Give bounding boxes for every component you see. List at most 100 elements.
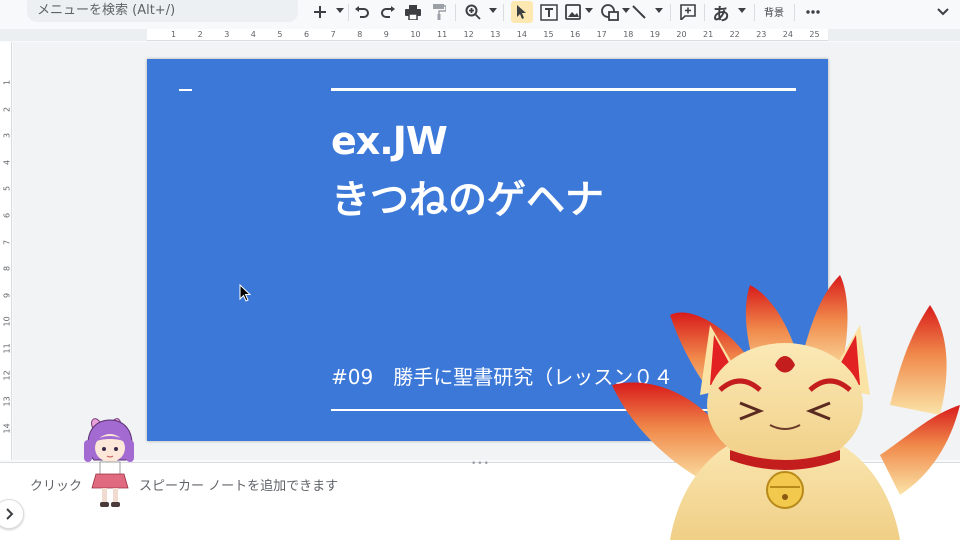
ruler-tick-label: 4	[250, 30, 256, 39]
image-dropdown-icon[interactable]	[585, 8, 593, 13]
background-button[interactable]: 背景	[764, 4, 784, 19]
ruler-tick-label: 2	[197, 30, 203, 39]
line-dropdown-icon[interactable]	[655, 8, 663, 13]
collapse-toolbar-button[interactable]	[934, 1, 952, 23]
new-slide-button[interactable]	[311, 1, 329, 23]
ruler-tick-label: 10	[410, 30, 421, 39]
notes-resize-handle[interactable]: •••	[471, 459, 490, 469]
redo-icon	[381, 6, 395, 18]
ruler-tick-label: 14	[516, 30, 527, 39]
ruler-tick-label: 19	[649, 30, 660, 39]
ruler-tick-label: 5	[2, 186, 12, 192]
ruler-tick-label: 16	[570, 30, 581, 39]
ruler-tick-label: 1	[171, 30, 177, 39]
toolbar-divider	[754, 4, 755, 21]
ruler-tick-label: 22	[729, 30, 740, 39]
notes-placeholder-right: スピーカー ノートを追加できます	[139, 479, 339, 494]
image-icon	[565, 4, 581, 20]
ruler-tick-label: 10	[2, 316, 12, 327]
zoom-icon	[465, 4, 481, 20]
ruler-tick-label: 7	[2, 239, 12, 245]
input-tools-dropdown-icon[interactable]	[738, 8, 746, 13]
ruler-tick-label: 11	[437, 30, 448, 39]
chevron-down-icon	[937, 8, 949, 16]
line-icon	[632, 5, 646, 19]
vertical-ruler[interactable]: 1 2 3 4 5 6 7 8 9 10 11 12 13 14	[0, 42, 12, 460]
ruler-tick-label: 12	[2, 369, 12, 381]
ruler-tick-label: 1	[2, 79, 12, 86]
toolbar-divider	[794, 4, 795, 21]
ruler-tick-label: 8	[2, 266, 12, 272]
ruler-tick-label: 3	[224, 30, 230, 39]
ruler-tick-label: 6	[304, 30, 310, 39]
ruler-margin-left	[0, 29, 147, 41]
horizontal-ruler[interactable]: 1 2 3 4 5 6 7 8 9 10 11 12 13 14 15 16 17 18 19 20 21 22 23 24 2…	[147, 29, 828, 41]
toolbar: メニューを検索 (Alt+/) あ 背景	[0, 0, 960, 26]
insert-image-button[interactable]	[564, 1, 582, 23]
ruler-tick-label: 8	[357, 30, 363, 39]
undo-icon	[355, 6, 369, 18]
toolbar-divider	[670, 4, 671, 21]
fox-mascot-avatar	[612, 275, 960, 540]
select-tool-button[interactable]	[511, 1, 533, 23]
ruler-margin-right	[828, 29, 960, 41]
ruler-tick-label: 9	[383, 30, 389, 39]
menu-search-input[interactable]: メニューを検索 (Alt+/)	[27, 0, 298, 22]
more-options-button[interactable]	[804, 1, 822, 23]
shape-icon	[601, 3, 619, 21]
shape-dropdown-icon[interactable]	[622, 8, 630, 13]
zoom-dropdown-icon[interactable]	[489, 8, 497, 13]
mouse-cursor-icon	[239, 284, 251, 302]
chevron-right-icon	[6, 508, 14, 520]
ruler-tick-label: 13	[2, 396, 12, 407]
redo-button[interactable]	[379, 1, 397, 23]
slide-top-rule	[331, 88, 796, 91]
notes-placeholder-left: クリック	[30, 479, 83, 494]
ruler-tick-label: 13	[490, 30, 501, 39]
undo-button[interactable]	[353, 1, 371, 23]
slide-title-line2[interactable]: きつねのゲヘナ	[331, 169, 604, 225]
ruler-tick-label: 4	[2, 159, 12, 165]
zoom-button[interactable]	[463, 1, 483, 23]
speaker-notes-placeholder[interactable]: クリック スピーカー ノートを追加できます	[30, 475, 338, 494]
text-box-icon	[540, 3, 558, 21]
ruler-tick-label: 15	[543, 30, 554, 39]
new-slide-dropdown-icon[interactable]	[336, 8, 344, 13]
chibi-character-avatar	[84, 418, 134, 507]
ruler-tick-label: 2	[2, 106, 12, 112]
paint-format-button[interactable]	[430, 1, 448, 23]
slide-title-line1[interactable]: ex.JW	[331, 119, 448, 163]
text-box-button[interactable]	[539, 1, 559, 23]
more-horizontal-icon	[806, 10, 820, 14]
ruler-tick-label: 6	[2, 212, 12, 219]
ruler-tick-label: 24	[782, 30, 793, 39]
print-button[interactable]	[404, 1, 422, 23]
ruler-tick-label: 12	[463, 30, 474, 39]
ruler-tick-label: 17	[596, 30, 607, 39]
print-icon	[405, 4, 421, 20]
shape-button[interactable]	[601, 1, 619, 23]
plus-icon	[314, 6, 326, 18]
paint-roller-icon	[433, 4, 446, 20]
toolbar-divider	[455, 4, 456, 21]
ruler-tick-label: 11	[2, 343, 12, 354]
slides-editor: メニューを検索 (Alt+/) あ 背景 1 2 3 4 5 6 7 8 9 1…	[0, 0, 960, 540]
line-button[interactable]	[630, 1, 648, 23]
toolbar-divider	[503, 4, 504, 21]
input-tools-button[interactable]: あ	[710, 1, 732, 25]
ruler-tick-label: 3	[2, 133, 12, 139]
ruler-tick-label: 5	[277, 30, 283, 39]
ruler-tick-label: 25	[809, 30, 820, 39]
ruler-tick-label: 23	[756, 30, 767, 39]
ruler-tick-label: 9	[2, 292, 12, 298]
ruler-tick-label: 20	[676, 30, 687, 39]
ruler-tick-label: 14	[2, 423, 12, 434]
toolbar-divider	[348, 4, 349, 21]
add-comment-icon	[680, 4, 696, 20]
add-comment-button[interactable]	[679, 1, 697, 23]
slide-dash-decoration	[179, 89, 192, 91]
ruler-tick-label: 21	[703, 30, 714, 39]
ruler-tick-label: 7	[330, 30, 336, 39]
cursor-arrow-icon	[517, 4, 526, 19]
toolbar-divider	[704, 4, 705, 21]
